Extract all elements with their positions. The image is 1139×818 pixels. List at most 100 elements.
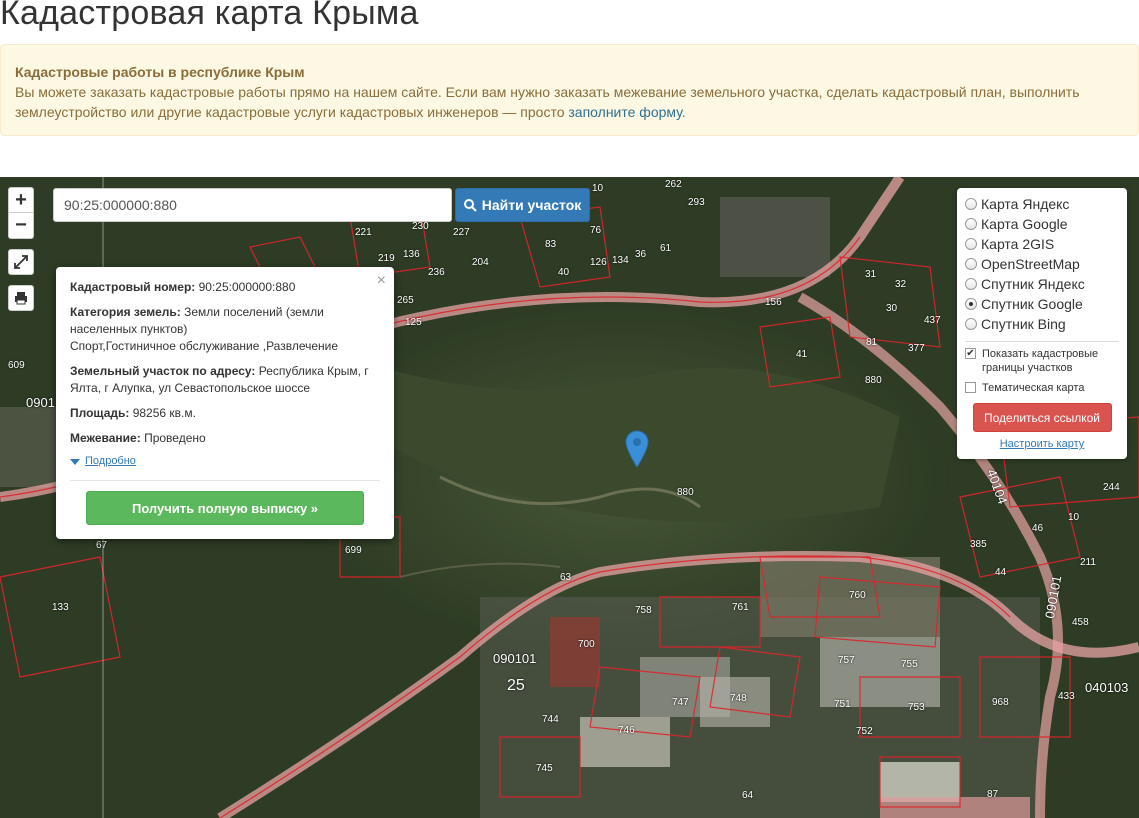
parcel-label: 221 — [355, 227, 372, 238]
survey-value: Проведено — [140, 431, 206, 445]
radio-icon — [965, 198, 977, 210]
parcel-label: 700 — [578, 639, 595, 650]
layer-label: OpenStreetMap — [981, 256, 1080, 272]
parcel-label: 753 — [908, 702, 925, 713]
map-marker-icon[interactable] — [625, 430, 649, 468]
radio-icon — [965, 218, 977, 230]
parcel-label: 67 — [96, 540, 108, 551]
expand-icon — [14, 255, 28, 269]
cadastral-number-input[interactable] — [53, 188, 452, 222]
parcel-label: 87 — [987, 789, 999, 800]
zoom-in-button[interactable]: + — [8, 187, 34, 213]
layer-label: Карта 2GIS — [981, 236, 1055, 252]
parcel-label: 746 — [618, 725, 635, 736]
parcel-label: 293 — [688, 197, 705, 208]
parcel-label: 262 — [665, 179, 682, 190]
parcel-label: 81 — [866, 337, 878, 348]
parcel-label: 433 — [1058, 691, 1075, 702]
radio-selected-icon — [965, 298, 977, 310]
layer-label: Спутник Google — [981, 296, 1083, 312]
radio-icon — [965, 278, 977, 290]
close-icon[interactable]: × — [377, 272, 386, 289]
parcel-label: 230 — [412, 221, 429, 232]
parcel-label: 83 — [545, 239, 557, 250]
checkbox-icon — [965, 382, 976, 393]
parcel-label: 204 — [472, 257, 489, 268]
configure-map-link[interactable]: Настроить карту — [965, 438, 1119, 450]
parcel-label: 760 — [849, 590, 866, 601]
parcel-label: 36 — [635, 249, 647, 260]
cadastral-number-value: 90:25:000000:880 — [195, 280, 296, 294]
find-parcel-button[interactable]: Найти участок — [455, 188, 590, 222]
parcel-label: 31 — [865, 269, 877, 280]
land-category-label: Категория земель: — [70, 305, 181, 319]
parcel-label: 761 — [732, 602, 749, 613]
land-use-value: Спорт,Гостиничное обслуживание ,Развлече… — [70, 339, 339, 353]
parcel-label: 134 — [612, 255, 629, 266]
layer-option-2gis-map[interactable]: Карта 2GIS — [965, 234, 1119, 254]
address-label: Земельный участок по адресу: — [70, 364, 256, 378]
parcel-label: 747 — [672, 697, 689, 708]
layer-option-yandex-map[interactable]: Карта Яндекс — [965, 194, 1119, 214]
layer-option-bing-satellite[interactable]: Спутник Bing — [965, 314, 1119, 334]
info-alert: Кадастровые работы в республике Крым Вы … — [0, 44, 1139, 136]
layer-option-yandex-satellite[interactable]: Спутник Яндекс — [965, 274, 1119, 294]
parcel-label: 133 — [52, 602, 69, 613]
parcel-label: 377 — [908, 343, 925, 354]
parcel-label: 32 — [895, 279, 907, 290]
alert-title: Кадастровые работы в республике Крым — [15, 64, 305, 80]
share-link-button[interactable]: Поделиться ссылкой — [972, 403, 1112, 432]
parcel-label: 41 — [796, 349, 808, 360]
area-label: Площадь: — [70, 406, 130, 420]
parcel-label: 46 — [1032, 523, 1044, 534]
details-toggle[interactable]: Подробно — [70, 453, 380, 470]
parcel-label: 236 — [428, 267, 445, 278]
parcel-label: 751 — [834, 699, 851, 710]
parcel-label: 211 — [1080, 557, 1096, 568]
quarter-label: 040103 — [1085, 680, 1129, 695]
parcel-label: 44 — [995, 567, 1007, 578]
order-form-link[interactable]: заполните форму — [568, 104, 681, 120]
parcel-label: 880 — [677, 487, 694, 498]
thematic-map-toggle[interactable]: Тематическая карта — [965, 381, 1119, 395]
parcel-label: 63 — [560, 572, 572, 583]
parcel-label: 30 — [886, 303, 898, 314]
parcel-label: 758 — [635, 605, 652, 616]
parcel-label: 752 — [856, 726, 873, 737]
parcel-label: 10 — [1068, 512, 1080, 523]
district-label: 25 — [507, 677, 525, 694]
parcel-label: 699 — [345, 545, 362, 556]
parcel-info-popup: × Кадастровый номер: 90:25:000000:880 Ка… — [56, 267, 394, 539]
get-full-extract-button[interactable]: Получить полную выписку » — [86, 491, 364, 525]
area-value: 98256 кв.м. — [129, 406, 196, 420]
show-borders-toggle[interactable]: ✔ Показать кадастровые границы участков — [965, 347, 1119, 375]
survey-label: Межевание: — [70, 431, 141, 445]
find-parcel-label: Найти участок — [481, 197, 582, 213]
layer-option-google-satellite[interactable]: Спутник Google — [965, 294, 1119, 314]
fullscreen-button[interactable] — [8, 249, 34, 275]
parcel-label: 61 — [660, 243, 672, 254]
alert-text-2: землеустройство или другие кадастровые у… — [15, 102, 1124, 122]
layer-option-osm[interactable]: OpenStreetMap — [965, 254, 1119, 274]
show-borders-label: Показать кадастровые границы участков — [982, 348, 1099, 374]
parcel-label: 437 — [924, 315, 941, 326]
parcel-label: 755 — [901, 659, 918, 670]
parcel-label: 748 — [730, 693, 747, 704]
thematic-label: Тематическая карта — [982, 382, 1085, 394]
search-icon — [463, 198, 477, 212]
layer-divider — [965, 341, 1119, 342]
parcel-label: 156 — [765, 297, 782, 308]
layer-label: Карта Яндекс — [981, 196, 1070, 212]
radio-icon — [965, 238, 977, 250]
parcel-label: 968 — [992, 697, 1009, 708]
parcel-label: 744 — [542, 714, 559, 725]
parcel-label: 227 — [453, 227, 470, 238]
details-label: Подробно — [85, 455, 136, 467]
print-button[interactable] — [8, 285, 34, 311]
alert-text-2-body: землеустройство или другие кадастровые у… — [15, 104, 569, 120]
layer-option-google-map[interactable]: Карта Google — [965, 214, 1119, 234]
cadastral-map[interactable]: 10 262 293 221 219 136 230 227 83 76 61 … — [0, 177, 1139, 818]
radio-icon — [965, 318, 977, 330]
zoom-out-button[interactable]: − — [8, 213, 34, 239]
parcel-label: 609 — [8, 360, 25, 371]
